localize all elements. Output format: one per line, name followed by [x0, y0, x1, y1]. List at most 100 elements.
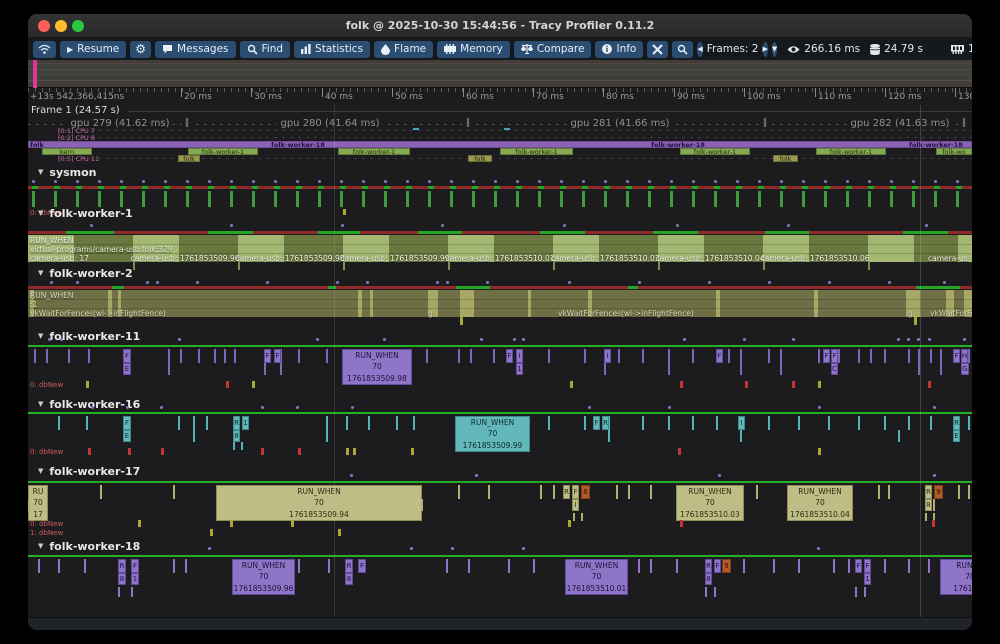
collapse-triangle-icon[interactable]: ▼	[38, 400, 43, 408]
settings-button[interactable]: ⚙	[130, 41, 151, 58]
zone-run-when[interactable]: RUN_WHEN701761853509.94	[216, 485, 422, 521]
cpu-zone[interactable]: folk-worker-1	[338, 148, 410, 155]
cpu-zone[interactable]: folk-wo	[936, 148, 972, 155]
thread-header-folk-worker-2[interactable]: ▼folk-worker-2	[38, 267, 968, 279]
frames-overview-strip[interactable]	[28, 60, 972, 88]
zone-small[interactable]: R	[563, 485, 570, 499]
zone-small[interactable]: 1	[516, 363, 523, 375]
collapse-triangle-icon[interactable]: ▼	[38, 168, 43, 176]
cpu-zone[interactable]: folk-worker-1	[500, 148, 573, 155]
zone-small[interactable]: H	[961, 349, 968, 363]
zone-small[interactable]: 8	[233, 430, 240, 442]
zone-small[interactable]: F	[264, 349, 271, 363]
collapse-triangle-icon[interactable]: ▼	[38, 332, 43, 340]
prev-frame-button[interactable]: ◀	[697, 42, 702, 57]
zone-small[interactable]: 8	[345, 573, 353, 585]
zone-small[interactable]: F	[593, 416, 600, 430]
zone-small[interactable]: F	[123, 416, 131, 430]
zone-small[interactable]: E	[953, 430, 960, 442]
time-ruler[interactable]: +13s 542,366,415ns 20 ms30 ms40 ms50 ms6…	[28, 88, 972, 105]
tools-button[interactable]	[647, 41, 668, 58]
zone-small[interactable]: 1	[242, 416, 249, 430]
zone-run-when[interactable]: RUN_WHEN701761853510.03	[676, 485, 744, 521]
zone-small[interactable]: F	[855, 559, 862, 573]
zone-small[interactable]: 8	[581, 485, 590, 499]
zone-small[interactable]: R	[233, 416, 240, 430]
collapse-triangle-icon[interactable]: ▼	[38, 542, 43, 550]
collapse-triangle-icon[interactable]: ▼	[38, 467, 43, 475]
zone-band[interactable]	[28, 290, 972, 317]
zone-small[interactable]: I	[738, 416, 745, 430]
info-button[interactable]: Info	[595, 41, 643, 58]
zone-small[interactable]: F	[572, 485, 579, 499]
zone-small[interactable]: R	[345, 559, 353, 573]
zone-small[interactable]: F	[274, 349, 281, 363]
zone-small[interactable]: 8	[118, 573, 126, 585]
zone-run-when-clipped[interactable]: RU7017	[28, 485, 48, 521]
zone-small[interactable]: C	[831, 363, 838, 375]
zone-run-when[interactable]: RUN_WHEN701761853509.99	[455, 416, 530, 452]
cpu-zone[interactable]: folk	[468, 155, 492, 162]
zone-small[interactable]: F	[714, 559, 721, 573]
zone-small[interactable]: R	[602, 416, 609, 430]
thread-header-folk-worker-18[interactable]: ▼folk-worker-18	[38, 540, 968, 552]
zone-small[interactable]: R	[925, 485, 932, 499]
cpu-zone[interactable]: folk	[773, 155, 798, 162]
cpu-zone[interactable]: folk-worker-1	[680, 148, 750, 155]
zone-run-when[interactable]: RUN_WHEN701761853509.98	[342, 349, 412, 385]
find-button[interactable]: Find	[240, 41, 291, 58]
zone-small[interactable]: F	[831, 349, 838, 363]
zone-small[interactable]: F	[823, 349, 830, 363]
overview-view-cursor[interactable]	[33, 60, 37, 88]
zone-run-when[interactable]: RUN_WHEN701761853510.04	[787, 485, 853, 521]
collapse-triangle-icon[interactable]: ▼	[38, 269, 43, 277]
thread-header-folk-worker-17[interactable]: ▼folk-worker-17	[38, 465, 968, 477]
frame-dropdown-button[interactable]: ▼	[772, 42, 777, 57]
thread-header-folk-worker-16[interactable]: ▼folk-worker-16	[38, 398, 968, 410]
zone-small[interactable]: F	[864, 559, 871, 573]
compare-button[interactable]: Compare	[514, 41, 592, 58]
zone-small[interactable]: E	[123, 430, 131, 442]
memory-button[interactable]: Memory	[437, 41, 510, 58]
zone-text-line: R	[926, 486, 931, 498]
zone-small[interactable]: F	[506, 349, 513, 363]
statistics-button[interactable]: Statistics	[294, 41, 370, 58]
next-frame-button[interactable]: ▶	[763, 42, 768, 57]
zone-small[interactable]: I	[516, 349, 523, 363]
cpu-zone[interactable]: folk-worker-1	[816, 148, 886, 155]
resume-button[interactable]: ▶Resume	[60, 41, 126, 58]
zone-small[interactable]: F	[131, 559, 139, 573]
zone-small[interactable]: R	[118, 559, 126, 573]
timeline-area[interactable]: Frame 1 (24.57 s)gpu 279 (41.62 ms)gpu 2…	[28, 105, 972, 617]
zone-small[interactable]: F	[953, 349, 960, 363]
zone-small[interactable]: I	[604, 349, 611, 363]
zone-small[interactable]: 1	[131, 573, 139, 585]
zone-small[interactable]: 9	[934, 485, 943, 499]
cpu-zone[interactable]: folk	[178, 155, 200, 162]
thread-header-folk-worker-1[interactable]: ▼folk-worker-1	[38, 207, 968, 219]
flame-button[interactable]: Flame	[374, 41, 433, 58]
zone-small[interactable]: 8	[925, 499, 932, 511]
collapse-triangle-icon[interactable]: ▼	[38, 209, 43, 217]
zone-small[interactable]: F	[716, 349, 723, 363]
cpu-band-folk-worker-18[interactable]	[28, 141, 972, 148]
zone-small[interactable]: E	[123, 363, 131, 375]
zone-small[interactable]: 1	[864, 573, 871, 585]
zone-small[interactable]: R	[953, 416, 960, 430]
messages-button[interactable]: Messages	[155, 41, 236, 58]
zone-small[interactable]: F	[358, 559, 366, 573]
zone-small[interactable]: G	[961, 363, 969, 375]
zone-run-when-clipped[interactable]: RUN_W701761853	[940, 559, 972, 595]
cpu-zone[interactable]: folk-worker-1	[188, 148, 258, 155]
zone-small[interactable]: R	[705, 559, 712, 573]
zoom-search-button[interactable]	[672, 41, 693, 58]
zone-small[interactable]: 9	[722, 559, 731, 573]
thread-header-sysmon[interactable]: ▼sysmon	[38, 166, 968, 178]
zone-run-when[interactable]: RUN_WHEN701761853509.96	[232, 559, 295, 595]
zone-run-when[interactable]: RUN_WHEN701761853510.01	[565, 559, 628, 595]
connection-button[interactable]	[33, 41, 56, 58]
zone-small[interactable]: I	[572, 499, 579, 511]
cpu-zone[interactable]: kern	[42, 148, 92, 155]
zone-small[interactable]: 8	[705, 573, 712, 585]
zone-small[interactable]: F	[123, 349, 131, 363]
